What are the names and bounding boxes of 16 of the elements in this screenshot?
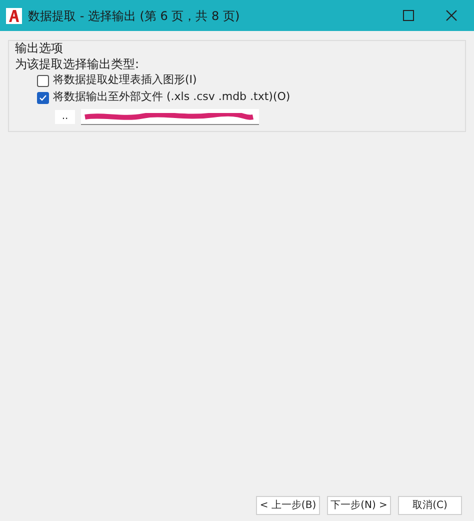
app-logo-icon <box>6 8 22 24</box>
wizard-button[interactable]: < 上一步(B) <box>256 496 320 515</box>
path-field[interactable] <box>81 109 259 125</box>
checkbox[interactable] <box>37 74 49 86</box>
wizard-button[interactable]: 下一步(N) > <box>327 496 391 515</box>
check-icon <box>39 94 47 102</box>
close-icon <box>446 10 456 21</box>
browse-button[interactable]: .. <box>55 110 75 124</box>
maximize-icon <box>402 10 414 21</box>
window-title: 数据提取 - 选择输出 (第 6 页，共 8 页) <box>28 8 240 24</box>
checkbox[interactable] <box>37 92 49 104</box>
prompt-text: 为该提取选择输出类型: <box>15 56 140 72</box>
wizard-button[interactable]: 取消(C) <box>398 496 462 515</box>
option-label: 将数据提取处理表插入图形(I) <box>53 72 197 88</box>
group-title: 输出选项 <box>15 41 64 56</box>
option-label: 将数据输出至外部文件 (.xls .csv .mdb .txt)(O) <box>53 89 290 106</box>
